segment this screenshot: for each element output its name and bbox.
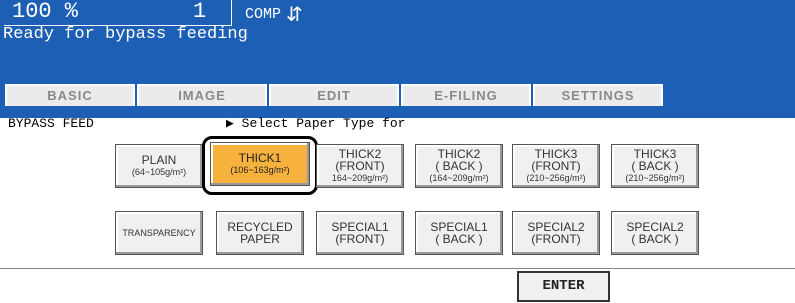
paper-type-thick2-front[interactable]: THICK2 (FRONT) 164~209g/m²) (316, 144, 404, 188)
tab-edit[interactable]: EDIT (269, 84, 399, 106)
tab-e-filing[interactable]: E-FILING (401, 84, 531, 106)
tab-bar: BASIC IMAGE EDIT E-FILING SETTINGS (0, 84, 795, 118)
btn-label: PLAIN (141, 153, 177, 167)
btn-weight: (210~256g/m²) (625, 173, 685, 183)
btn-sublabel: (FRONT) (335, 159, 385, 173)
btn-sublabel: ( BACK ) (631, 232, 679, 246)
paper-type-recycled[interactable]: RECYCLED PAPER (216, 211, 304, 255)
tab-basic[interactable]: BASIC (5, 84, 135, 106)
btn-label: THICK1 (238, 151, 282, 165)
btn-sublabel: (FRONT) (531, 159, 581, 173)
paper-type-special2-front[interactable]: SPECIAL2 (FRONT) (512, 211, 600, 255)
section-title: BYPASS FEED (8, 116, 94, 131)
mode-label: COMP (245, 6, 282, 23)
status-message: Ready for bypass feeding (3, 25, 248, 44)
btn-sublabel: (64~105g/m²) (131, 167, 187, 177)
sort-icon: ⇵ (286, 4, 303, 26)
paper-type-special1-front[interactable]: SPECIAL1 (FRONT) (316, 211, 404, 255)
btn-sublabel: (FRONT) (531, 232, 581, 246)
prompt-text: Select Paper Type for (241, 116, 406, 131)
copy-ratio: 100 % (12, 0, 79, 24)
section-prompt: ▶ Select Paper Type for (226, 116, 405, 131)
btn-weight: 164~209g/m²) (331, 173, 389, 183)
enter-button[interactable]: ENTER (517, 271, 610, 302)
paper-type-thick2-back[interactable]: THICK2 ( BACK ) (164~209g/m²) (415, 144, 503, 188)
btn-weight: (164~209g/m²) (429, 173, 489, 183)
paper-type-special2-back[interactable]: SPECIAL2 ( BACK ) (611, 211, 699, 255)
btn-sublabel: ( BACK ) (631, 159, 679, 173)
paper-type-thick3-back[interactable]: THICK3 ( BACK ) (210~256g/m²) (611, 144, 699, 188)
status-header: 100 % 1 COMP ⇵ Ready for bypass feeding … (0, 0, 795, 118)
paper-type-plain[interactable]: PLAIN (64~105g/m²) (115, 144, 203, 188)
btn-sublabel: PAPER (240, 232, 280, 246)
btn-sublabel: (FRONT) (335, 232, 385, 246)
paper-type-special1-back[interactable]: SPECIAL1 ( BACK ) (415, 211, 503, 255)
footer-divider (0, 268, 795, 269)
paper-type-thick3-front[interactable]: THICK3 (FRONT) (210~256g/m²) (512, 144, 600, 188)
paper-type-transparency[interactable]: TRANSPARENCY (115, 211, 203, 255)
copy-count: 1 (193, 0, 207, 24)
prompt-arrow-icon: ▶ (226, 116, 234, 131)
btn-sublabel: ( BACK ) (435, 159, 483, 173)
tab-settings[interactable]: SETTINGS (533, 84, 663, 106)
btn-sublabel: (106~163g/m²) (230, 165, 290, 175)
btn-label: TRANSPARENCY (122, 228, 196, 238)
paper-type-thick1[interactable]: THICK1 (106~163g/m²) (210, 142, 310, 186)
btn-sublabel: ( BACK ) (435, 232, 483, 246)
counter-divider (231, 0, 232, 26)
btn-weight: (210~256g/m²) (526, 173, 586, 183)
tab-image[interactable]: IMAGE (137, 84, 267, 106)
